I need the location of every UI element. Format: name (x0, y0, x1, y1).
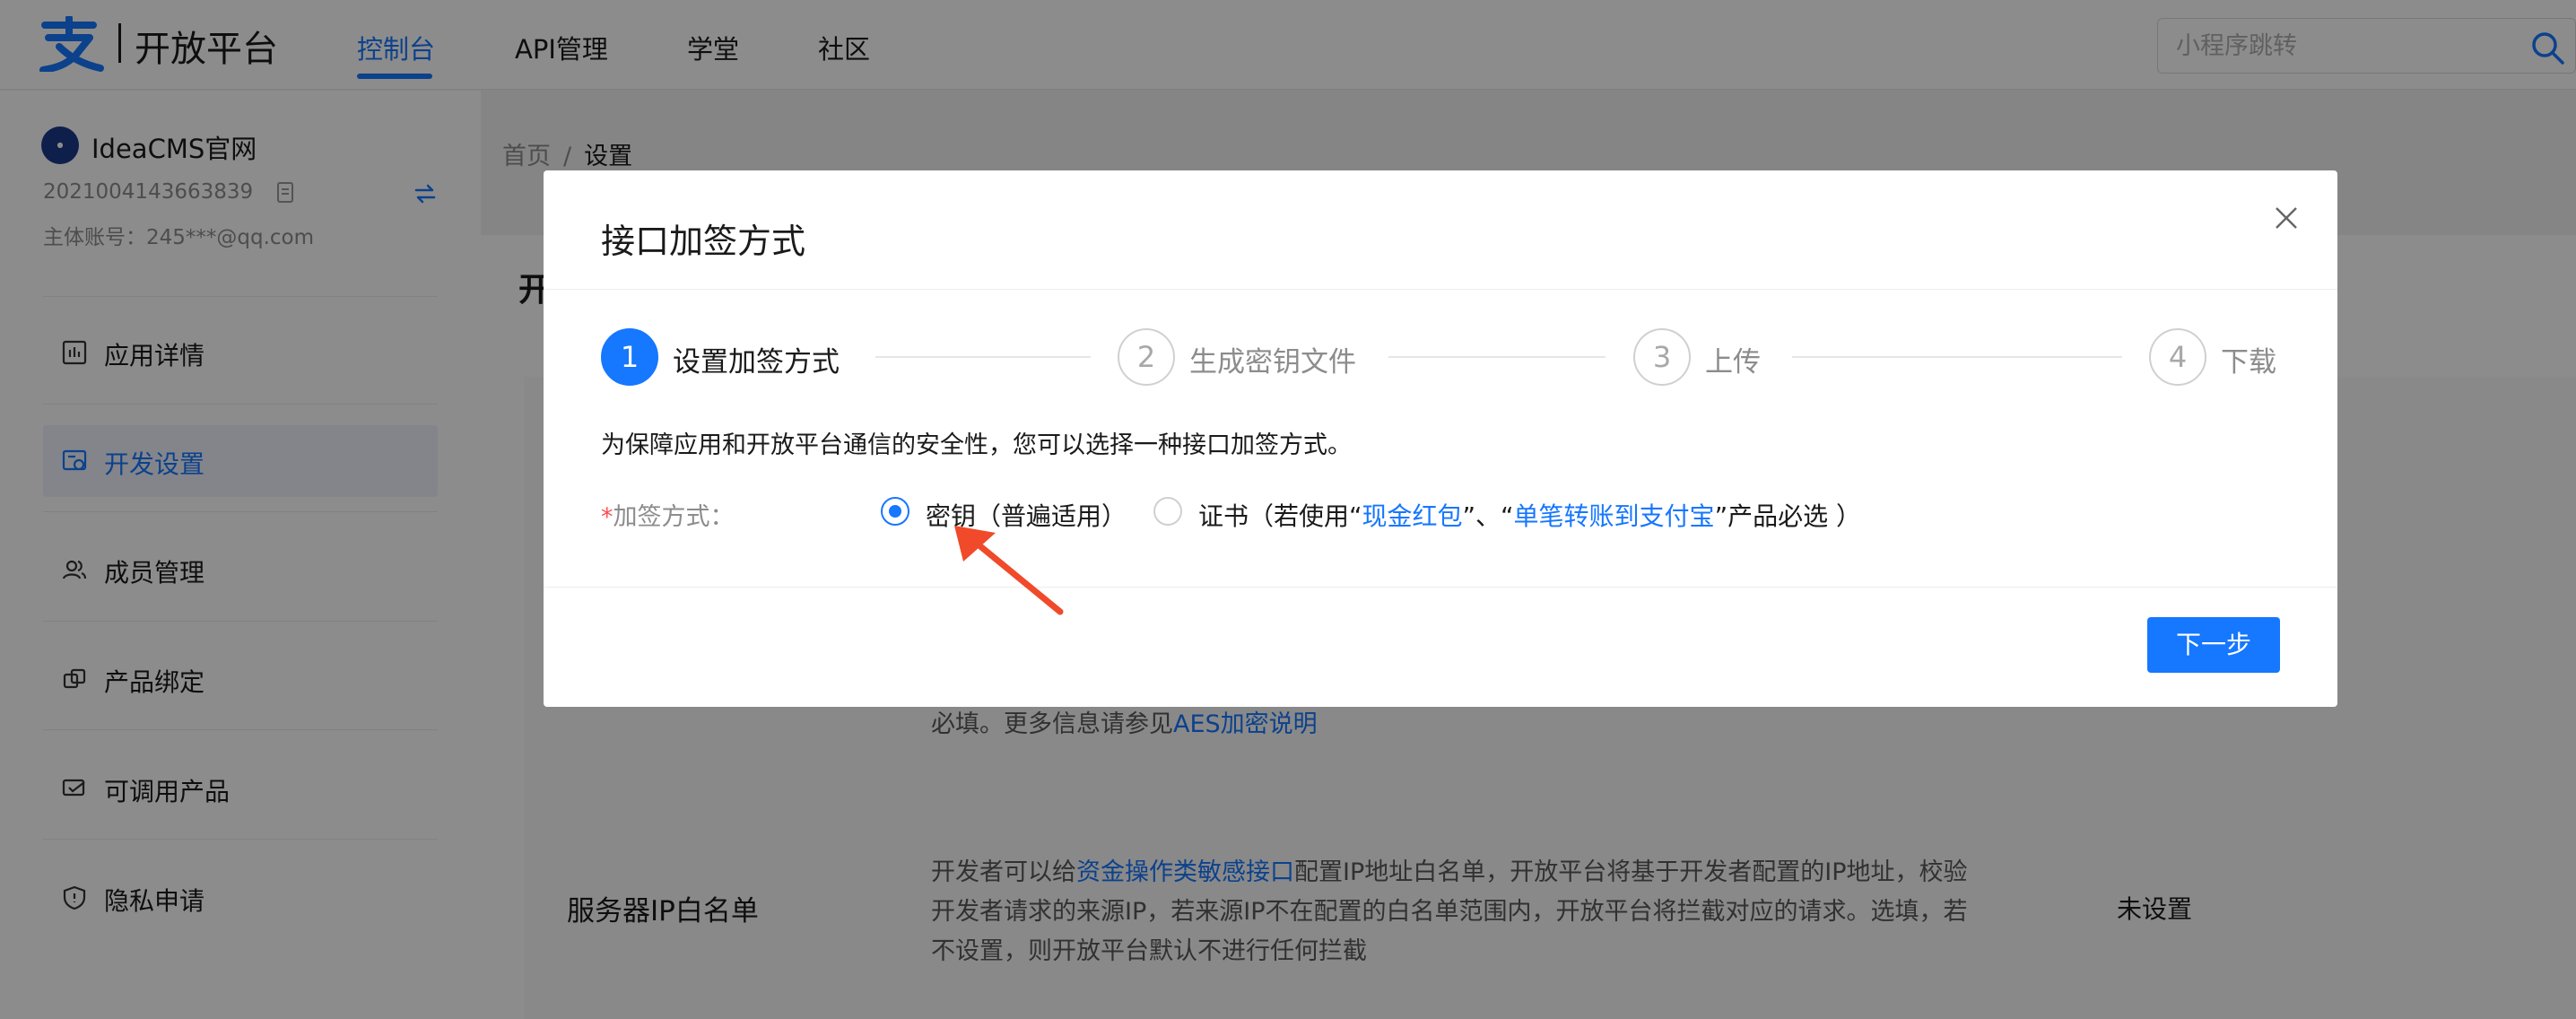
step-connector (1388, 356, 1606, 358)
sign-method-field-label: *加签方式： (601, 497, 735, 532)
cert-text: 证书（若使用“ (1198, 501, 1362, 531)
step-connector (1792, 356, 2122, 358)
cert-text: ”产品必选 ） (1714, 501, 1861, 531)
step-number: 3 (1633, 328, 1691, 386)
modal-header-divider (544, 289, 2337, 290)
radio-label: 证书（若使用“现金红包”、“单笔转账到支付宝”产品必选 ） (1198, 497, 1861, 533)
step-number: 1 (601, 328, 658, 386)
field-label-text: 加签方式： (613, 503, 735, 531)
cash-redpacket-link[interactable]: 现金红包 (1362, 501, 1463, 531)
step-label: 设置加签方式 (673, 346, 840, 379)
sign-method-modal: 接口加签方式 1 设置加签方式 2 生成密钥文件 3 上传 4 下载 为保障应用… (544, 170, 2337, 707)
radio-unchecked-icon[interactable] (1153, 497, 1182, 526)
step-label: 下载 (2221, 346, 2276, 379)
step-label: 上传 (1705, 346, 1761, 379)
required-mark: * (601, 503, 614, 531)
annotation-arrow-icon (954, 526, 1064, 615)
modal-footer-divider (544, 587, 2337, 588)
modal-description: 为保障应用和开放平台通信的安全性，您可以选择一种接口加签方式。 (601, 431, 1352, 459)
modal-title: 接口加签方式 (601, 222, 806, 261)
single-transfer-link[interactable]: 单笔转账到支付宝 (1514, 501, 1715, 531)
step-number: 2 (1118, 328, 1175, 386)
step-label: 生成密钥文件 (1189, 346, 1356, 379)
close-icon[interactable] (2273, 205, 2300, 231)
cert-text: ”、“ (1462, 501, 1514, 531)
step-connector (875, 356, 1091, 358)
radio-checked-icon[interactable] (881, 497, 909, 526)
step-number: 4 (2149, 328, 2206, 386)
next-step-button[interactable]: 下一步 (2147, 617, 2280, 673)
